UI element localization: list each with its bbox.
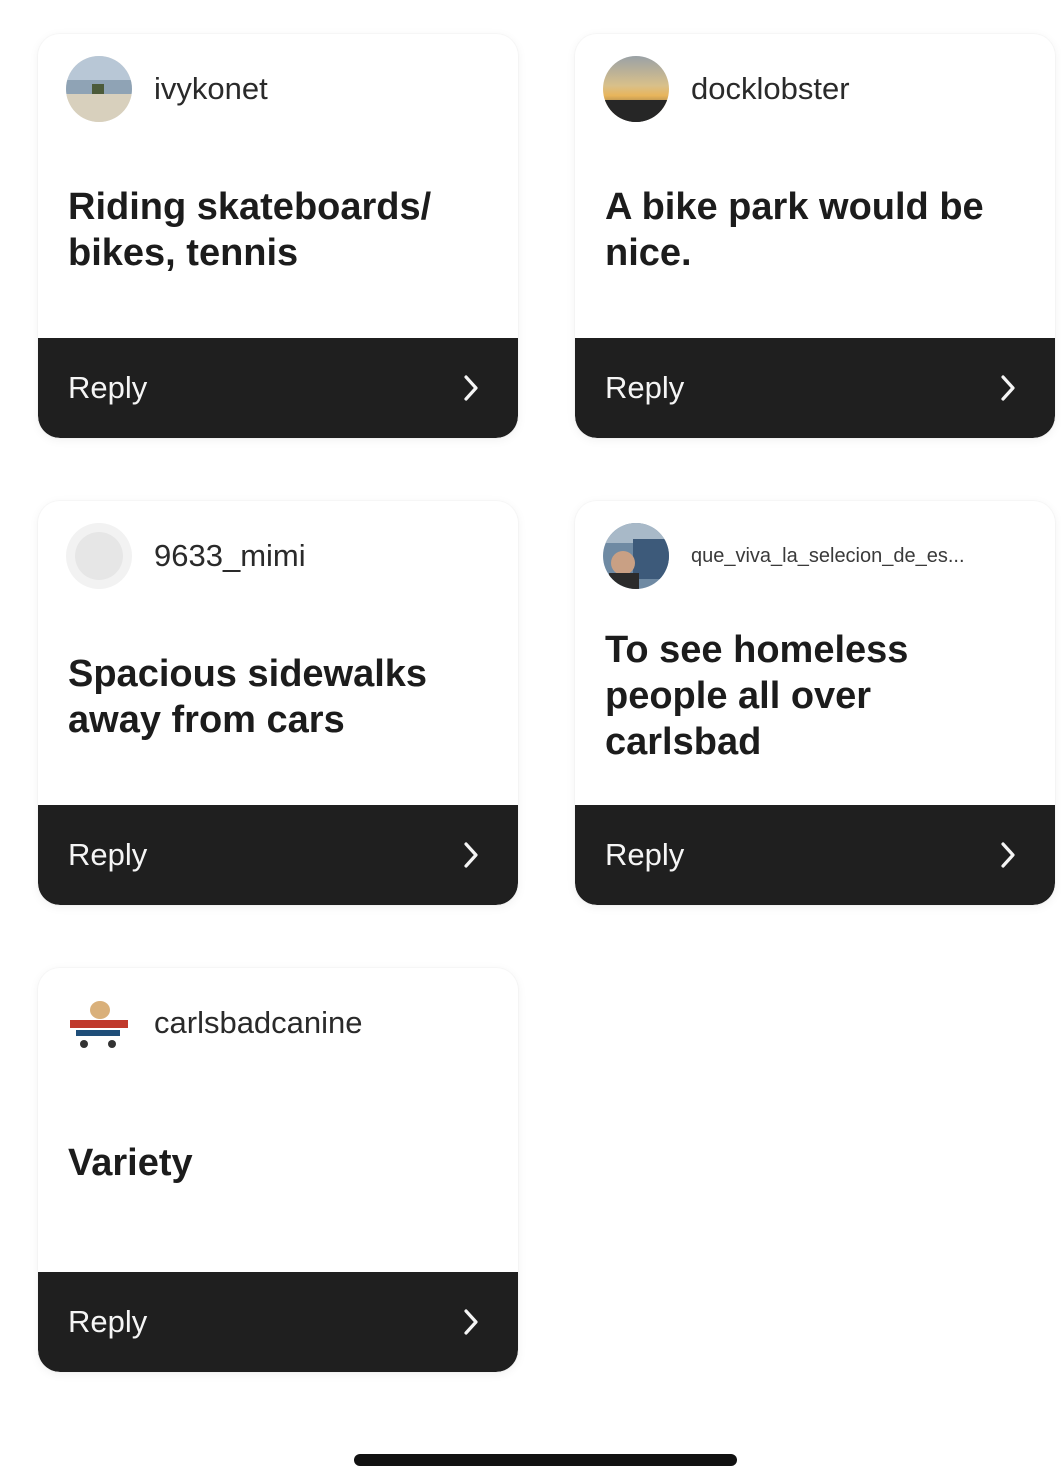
chevron-right-icon [456,840,486,870]
chevron-right-icon [993,840,1023,870]
username[interactable]: docklobster [691,71,850,107]
reply-card-ivykonet: ivykonet Riding skateboards/ bikes, tenn… [38,34,518,438]
replies-grid: ivykonet Riding skateboards/ bikes, tenn… [0,0,1061,1466]
reply-text: Variety [68,1142,193,1184]
avatar[interactable] [603,56,669,122]
beach-photo-avatar-icon [66,56,132,122]
reply-text: To see homeless people all over carlsbad [605,629,909,763]
reply-button[interactable]: Reply [575,805,1055,905]
chevron-right-icon [456,373,486,403]
username[interactable]: 9633_mimi [154,538,306,574]
reply-label: Reply [68,370,148,405]
card-header: que_viva_la_selecion_de_es... [603,521,1035,591]
reply-label: Reply [68,1304,148,1339]
reply-label: Reply [605,370,685,405]
reply-text: Spacious sidewalks away from cars [68,653,428,741]
card-header: 9633_mimi [66,521,498,591]
chevron-right-icon [456,1307,486,1337]
username[interactable]: ivykonet [154,71,268,107]
default-avatar-icon [66,523,132,589]
reply-text: A bike park would be nice. [605,186,984,274]
dog-logo-avatar-icon [66,990,132,1056]
reply-button[interactable]: Reply [38,338,518,438]
username[interactable]: que_viva_la_selecion_de_es... [691,545,965,568]
person-photo-avatar-icon [603,523,669,589]
reply-label: Reply [68,837,148,872]
reply-button[interactable]: Reply [575,338,1055,438]
reply-button[interactable]: Reply [38,805,518,905]
reply-button[interactable]: Reply [38,1272,518,1372]
avatar[interactable] [66,990,132,1056]
reply-card-9633-mimi: 9633_mimi Spacious sidewalks away from c… [38,501,518,905]
avatar[interactable] [603,523,669,589]
reply-card-docklobster: docklobster A bike park would be nice. R… [575,34,1055,438]
reply-card-que-viva: que_viva_la_selecion_de_es... To see hom… [575,501,1055,905]
card-header: ivykonet [66,54,498,124]
reply-label: Reply [605,837,685,872]
card-header: carlsbadcanine [66,988,498,1058]
chevron-right-icon [993,373,1023,403]
card-header: docklobster [603,54,1035,124]
avatar[interactable] [66,56,132,122]
reply-text: Riding skateboards/ bikes, tennis [68,186,432,274]
username[interactable]: carlsbadcanine [154,1005,363,1041]
reply-card-carlsbadcanine: carlsbadcanine Variety Reply [38,968,518,1372]
sunset-photo-avatar-icon [603,56,669,122]
avatar[interactable] [66,523,132,589]
home-indicator[interactable] [354,1454,737,1466]
